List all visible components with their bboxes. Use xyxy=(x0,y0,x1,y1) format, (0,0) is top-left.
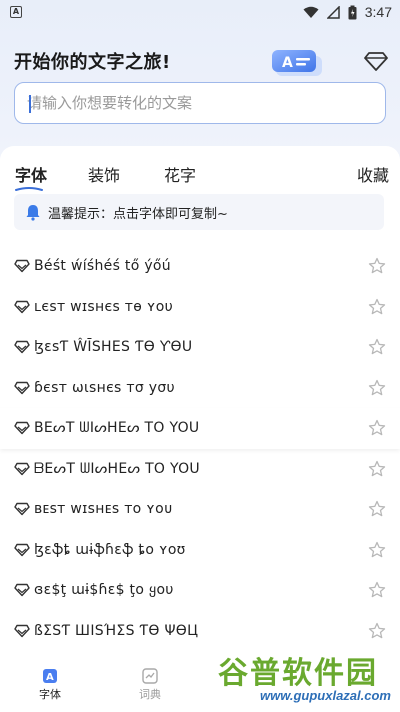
star-icon[interactable] xyxy=(368,581,386,599)
diamond-icon xyxy=(14,543,30,556)
diamond-icon xyxy=(14,341,30,354)
bell-icon xyxy=(26,205,40,221)
font-sample-text: ᗷEᔕT ᗯIᔕᕼEᔕ TO YOᑌ xyxy=(34,460,200,477)
tip-text: 温馨提示：点击字体即可复制~ xyxy=(48,206,228,222)
font-sample-text: Béśt ẃíśhéś tő ýőú xyxy=(34,258,171,275)
active-tab-indicator xyxy=(15,187,43,191)
diamond-icon xyxy=(14,584,30,597)
star-icon[interactable] xyxy=(368,338,386,356)
list-item[interactable]: ɓєѕт ωιѕнєѕ тσ уσυ xyxy=(0,368,400,409)
signal-icon xyxy=(326,5,340,19)
tab-font[interactable]: 字体 xyxy=(15,162,47,186)
watermark-title: 谷普软件园 xyxy=(218,656,378,691)
watermark: 谷普软件园 www.gupuxlazal.com xyxy=(214,648,398,712)
font-sample-text: ɞɛ$ţ աɨ$ɦɛ$ ţօ ყօυ xyxy=(34,582,174,599)
search-input[interactable] xyxy=(27,94,385,112)
diamond-icon xyxy=(14,260,30,273)
font-sample-text: BEᔕT ᗯIᔕHEᔕ TO YOU xyxy=(34,420,200,437)
font-sample-text: ʟєsᴛ ᴡɪsнєs ᴛɵ ʏoυ xyxy=(34,298,173,315)
star-icon[interactable] xyxy=(368,541,386,559)
list-item[interactable]: ßΣSƬ ШISΉΣS ƬӨ ΨӨЦ xyxy=(0,611,400,652)
translate-art-icon: A xyxy=(272,50,322,76)
list-item[interactable]: ɞɛ$ţ աɨ$ɦɛ$ ţօ ყօυ xyxy=(0,570,400,611)
diamond-icon xyxy=(14,503,30,516)
status-time: 3:47 xyxy=(364,4,392,20)
diamond-icon xyxy=(14,462,30,475)
font-sample-text: ßΣSƬ ШISΉΣS ƬӨ ΨӨЦ xyxy=(34,622,199,639)
dictionary-tab-icon xyxy=(142,668,158,684)
diamond-icon xyxy=(14,422,30,435)
nav-label: 字体 xyxy=(39,688,61,701)
svg-text:A: A xyxy=(46,672,54,683)
diamond-icon xyxy=(14,381,30,394)
battery-icon xyxy=(348,5,357,19)
vip-diamond-icon[interactable] xyxy=(364,50,388,72)
star-icon[interactable] xyxy=(368,419,386,437)
list-item[interactable]: ʟєsᴛ ᴡɪsнєs ᴛɵ ʏoυ xyxy=(0,287,400,328)
diamond-icon xyxy=(14,300,30,313)
search-box[interactable] xyxy=(14,82,386,124)
star-icon[interactable] xyxy=(368,500,386,518)
font-tab-icon: A xyxy=(43,669,57,683)
list-item[interactable]: ɮɛsƬ ŴĪSHES ƬӨ ƳӨU xyxy=(0,327,400,368)
nav-label: 词典 xyxy=(139,688,161,701)
tab-decoration[interactable]: 装饰 xyxy=(88,162,120,186)
wifi-icon xyxy=(303,6,319,18)
status-bar: A 3:47 xyxy=(0,0,400,24)
art-letter: A xyxy=(282,55,293,71)
app-notification-icon: A xyxy=(10,6,22,18)
content-card: 字体 装饰 花字 收藏 温馨提示：点击字体即可复制~ Béśt ẃíśhéś t… xyxy=(0,146,400,712)
list-item[interactable]: BEᔕT ᗯIᔕHEᔕ TO YOU xyxy=(0,408,400,449)
star-icon[interactable] xyxy=(368,379,386,397)
text-cursor xyxy=(29,95,31,113)
list-item[interactable]: ʙᴇsᴛ ᴡɪsʜᴇs ᴛᴏ ʏᴏᴜ xyxy=(0,489,400,530)
star-icon[interactable] xyxy=(368,257,386,275)
tab-fancy-text[interactable]: 花字 xyxy=(164,162,196,186)
tab-favorites[interactable]: 收藏 xyxy=(357,162,389,186)
font-style-list: Béśt ẃíśhéś tő ýőú ʟєsᴛ ᴡɪsнєs ᴛɵ ʏoυ ɮɛ… xyxy=(0,246,400,651)
list-item[interactable]: ᗷEᔕT ᗯIᔕᕼEᔕ TO YOᑌ xyxy=(0,449,400,490)
star-icon[interactable] xyxy=(368,460,386,478)
tip-banner: 温馨提示：点击字体即可复制~ xyxy=(14,194,384,230)
star-icon[interactable] xyxy=(368,622,386,640)
watermark-url: www.gupuxlazal.com xyxy=(260,688,391,703)
list-item[interactable]: ɮɛֆȶ աɨֆɦɛֆ ȶօ ʏօʊ xyxy=(0,530,400,571)
font-sample-text: ʙᴇsᴛ ᴡɪsʜᴇs ᴛᴏ ʏᴏᴜ xyxy=(34,501,173,518)
list-item[interactable]: Béśt ẃíśhéś tő ýőú xyxy=(0,246,400,287)
font-sample-text: ɓєѕт ωιѕнєѕ тσ уσυ xyxy=(34,379,175,396)
font-sample-text: ɮɛֆȶ աɨֆɦɛֆ ȶօ ʏօʊ xyxy=(34,541,186,558)
font-sample-text: ɮɛsƬ ŴĪSHES ƬӨ ƳӨU xyxy=(34,339,193,356)
star-icon[interactable] xyxy=(368,298,386,316)
nav-item-dictionary[interactable]: 词典 xyxy=(100,664,200,712)
diamond-icon xyxy=(14,624,30,637)
page-title: 开始你的文字之旅! xyxy=(14,52,171,73)
nav-item-font[interactable]: A 字体 xyxy=(0,664,100,712)
